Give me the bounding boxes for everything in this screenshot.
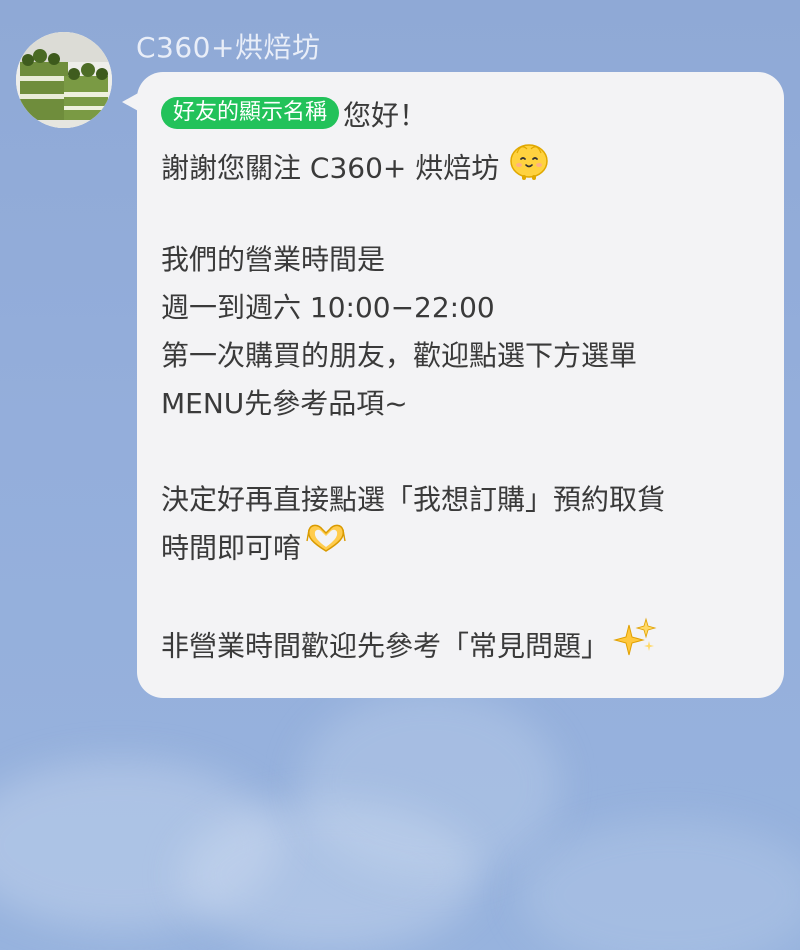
message-line-hours: 週一到週六 10:00−22:00 xyxy=(161,291,495,324)
smiling-face-emoji-icon xyxy=(507,137,551,196)
sparkles-emoji-icon xyxy=(613,617,657,672)
thanks-text: 謝謝您關注 C360+ 烘焙坊 xyxy=(161,151,500,185)
background-cloud xyxy=(300,690,560,880)
faq-text: 非營業時間歡迎先參考「常見問題」 xyxy=(161,629,610,663)
sender-name: C360+烘焙坊 xyxy=(136,31,321,64)
message-line-first-time: 第一次購買的朋友，歡迎點選下方選單 xyxy=(161,339,638,372)
message-line-decide: 決定好再直接點選「我想訂購」預約取貨 xyxy=(161,483,666,516)
background-cloud xyxy=(520,820,800,950)
message-bubble[interactable]: 好友的顯示名稱 您好！ 謝謝您關注 C360+ 烘焙坊 我們的營業時間是 週一到週… xyxy=(137,72,784,698)
message-line-hours-title: 我們的營業時間是 xyxy=(161,243,386,276)
friend-display-name-tag: 好友的顯示名稱 xyxy=(161,97,340,129)
time-text: 時間即可唷 xyxy=(161,531,302,565)
message-line-greeting: 好友的顯示名稱 您好！ xyxy=(161,92,760,140)
matcha-cake-avatar-icon[interactable] xyxy=(16,32,112,128)
greeting-text: 您好！ xyxy=(343,99,428,132)
heart-hands-emoji-icon xyxy=(303,521,349,572)
message-line-menu: MENU先參考品項~ xyxy=(161,387,408,420)
message-line-faq: 非營業時間歡迎先參考「常見問題」 xyxy=(161,617,760,668)
message-line-thanks: 謝謝您關注 C360+ 烘焙坊 xyxy=(161,140,760,188)
message-line-time: 時間即可唷 xyxy=(161,524,760,572)
